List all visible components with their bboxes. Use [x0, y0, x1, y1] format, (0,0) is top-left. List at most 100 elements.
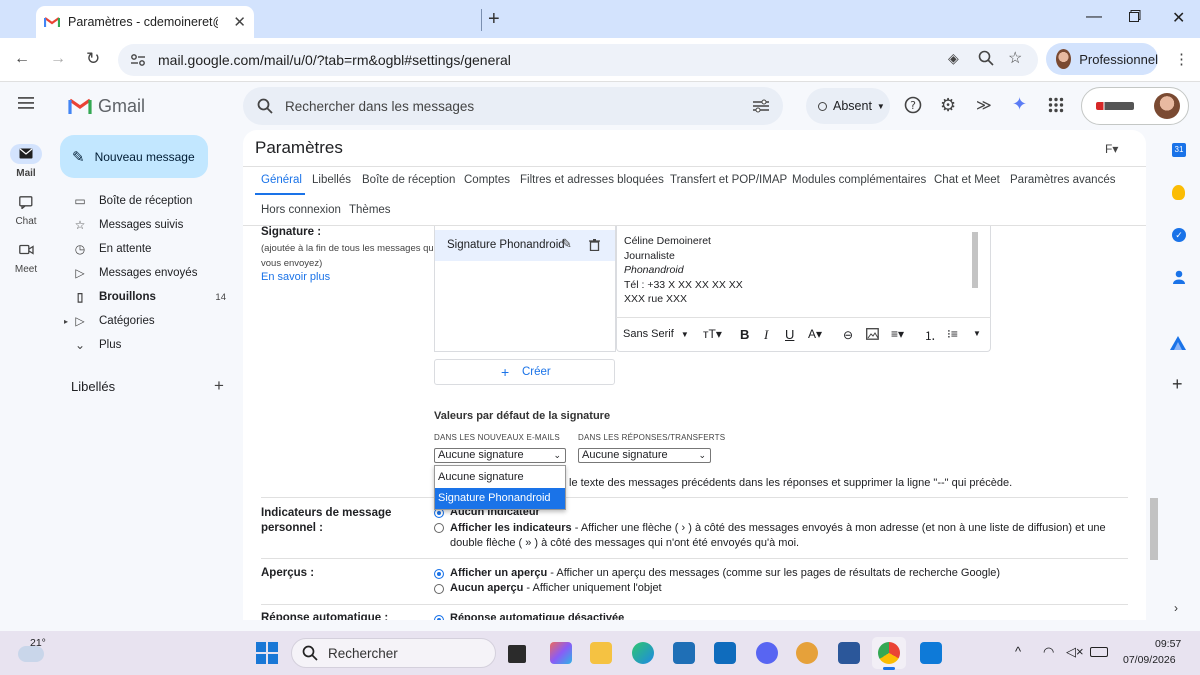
dropdown-option-phonandroid[interactable]: Signature Phonandroid [435, 488, 565, 509]
tab-advanced[interactable]: Paramètres avancés [1010, 174, 1115, 186]
close-tab-icon[interactable]: ✕ [233, 13, 246, 31]
store-icon[interactable] [673, 642, 695, 664]
tab-accounts[interactable]: Comptes [464, 174, 510, 186]
chrome-icon[interactable] [878, 642, 900, 664]
nav-item-drafts[interactable]: ▯ Brouillons 14 [60, 285, 240, 309]
input-tools-icon[interactable]: F▾ [1105, 142, 1118, 156]
font-size-icon[interactable]: тT▾ [703, 327, 722, 341]
trash-icon[interactable] [589, 239, 600, 251]
tab-themes[interactable]: Thèmes [349, 204, 391, 216]
account-box[interactable] [1081, 87, 1189, 125]
battery-icon[interactable] [1090, 647, 1108, 657]
dropdown-option-none[interactable]: Aucune signature [435, 466, 565, 488]
compose-button[interactable]: ✎ Nouveau message [60, 135, 208, 178]
discord-icon[interactable] [756, 642, 778, 664]
reload-icon[interactable]: ↻ [86, 49, 100, 69]
browser-menu-icon[interactable]: ⋮ [1174, 50, 1189, 68]
font-select[interactable]: Sans Serif ▼ [623, 328, 689, 340]
new-tab-icon[interactable]: + [488, 8, 500, 31]
rail-mail-label[interactable]: Mail [0, 168, 52, 179]
text-color-icon[interactable]: A▾ [808, 327, 822, 341]
tasks-icon[interactable]: ✓ [1172, 228, 1186, 242]
tray-chevron-up-icon[interactable]: ^ [1015, 644, 1021, 659]
add-label-icon[interactable]: + [214, 376, 224, 396]
rail-meet-label[interactable]: Meet [0, 264, 52, 275]
more-formatting-icon[interactable]: ▼ [973, 329, 981, 338]
site-settings-icon[interactable] [130, 53, 146, 67]
align-icon[interactable]: ≡▾ [891, 327, 904, 341]
nav-item-snoozed[interactable]: ◷ En attente [60, 237, 240, 261]
nav-item-more[interactable]: ⌄ Plus [60, 333, 240, 357]
contacts-icon[interactable] [1173, 270, 1185, 284]
clock-time[interactable]: 09:57 [1155, 638, 1181, 650]
tab-general[interactable]: Général [261, 174, 302, 186]
edge-icon[interactable] [632, 642, 654, 664]
replies-select[interactable]: Aucune signature ⌄ [578, 448, 711, 463]
nav-item-sent[interactable]: ▷ Messages envoyés [60, 261, 240, 285]
edit-pencil-icon[interactable]: ✎ [561, 236, 572, 252]
settings-gear-icon[interactable]: ⚙ [940, 95, 956, 116]
file-explorer-icon[interactable] [590, 642, 612, 664]
nav-item-categories[interactable]: ▸ ▷ Catégories [60, 309, 240, 333]
app-icon[interactable] [796, 642, 818, 664]
underline-icon[interactable]: U [785, 327, 794, 342]
back-icon[interactable]: ← [14, 50, 30, 68]
word-icon[interactable] [838, 642, 860, 664]
preview-none-radio[interactable] [434, 584, 444, 594]
search-options-icon[interactable] [753, 99, 769, 113]
mail-icon[interactable] [19, 148, 33, 159]
outlook-icon[interactable] [714, 642, 736, 664]
signature-list-item[interactable]: Signature Phonandroid ✎ [435, 230, 615, 261]
help-icon[interactable]: ? [904, 96, 922, 114]
auto-reply-off-radio[interactable] [434, 615, 444, 620]
clock-date[interactable]: 07/09/2026 [1123, 654, 1176, 666]
taskbar-search[interactable]: Rechercher [291, 638, 496, 668]
editor-scrollbar[interactable] [972, 232, 978, 288]
bold-icon[interactable]: B [740, 327, 749, 342]
search-icon[interactable] [257, 98, 273, 114]
addon-icon[interactable] [1170, 336, 1186, 350]
show-side-panel-icon[interactable]: › [1174, 601, 1178, 615]
page-scrollbar[interactable] [1150, 498, 1158, 560]
gmail-logo-icon[interactable] [68, 97, 92, 115]
gemini-icon[interactable]: ✦ [1012, 94, 1027, 115]
tab-chat-meet[interactable]: Chat et Meet [934, 174, 1000, 186]
mail-search-bar[interactable]: Rechercher dans les messages [243, 87, 783, 125]
tab-offline[interactable]: Hors connexion [261, 204, 341, 216]
account-avatar[interactable] [1154, 93, 1180, 119]
close-window-icon[interactable]: ✕ [1172, 8, 1185, 28]
wifi-icon[interactable]: ◠ [1043, 644, 1054, 660]
volume-muted-icon[interactable]: ◁× [1066, 644, 1084, 660]
apps-grid-icon[interactable] [1048, 97, 1064, 113]
main-menu-icon[interactable] [18, 97, 34, 109]
extension-icon[interactable]: ◈ [948, 50, 959, 67]
address-bar[interactable]: mail.google.com/mail/u/0/?tab=rm&ogbl#se… [118, 44, 1038, 76]
expand-arrow-icon[interactable]: ▸ [64, 317, 68, 326]
new-emails-select[interactable]: Aucune signature ⌄ [434, 448, 566, 463]
browser-tab-inactive[interactable] [268, 9, 482, 31]
tab-filters[interactable]: Filtres et adresses bloquées [520, 174, 664, 186]
tab-forwarding[interactable]: Transfert et POP/IMAP [670, 174, 787, 186]
tab-addons[interactable]: Modules complémentaires [792, 174, 926, 186]
bookmark-star-icon[interactable]: ☆ [1008, 48, 1022, 68]
tab-labels[interactable]: Libellés [312, 174, 351, 186]
add-addon-icon[interactable]: + [1172, 374, 1183, 395]
preview-show-radio[interactable] [434, 569, 444, 579]
minimize-icon[interactable]: — [1086, 8, 1102, 26]
windows-start-icon[interactable] [256, 642, 278, 664]
tab-inbox[interactable]: Boîte de réception [362, 174, 455, 186]
image-icon[interactable] [866, 328, 879, 340]
forward-icon[interactable]: → [50, 50, 66, 68]
status-chip[interactable]: Absent ▼ [806, 88, 890, 124]
keep-icon[interactable] [1172, 185, 1185, 200]
maximize-icon[interactable] [1129, 10, 1141, 22]
rail-chat-label[interactable]: Chat [0, 216, 52, 227]
create-signature-button[interactable]: + Créer [434, 359, 615, 385]
bulleted-list-icon[interactable]: ⁝≡ [947, 327, 958, 341]
signature-body[interactable]: Céline Demoineret Journaliste Phonandroi… [624, 234, 743, 307]
learn-more-link[interactable]: En savoir plus [261, 271, 330, 283]
nav-item-inbox[interactable]: ▭ Boîte de réception [60, 189, 240, 213]
calendar-icon[interactable]: 31 [1172, 143, 1186, 157]
support-icon[interactable]: ≫ [976, 96, 992, 114]
browser-tab-active[interactable]: Paramètres - cdemoineret@ph ✕ [36, 6, 254, 38]
